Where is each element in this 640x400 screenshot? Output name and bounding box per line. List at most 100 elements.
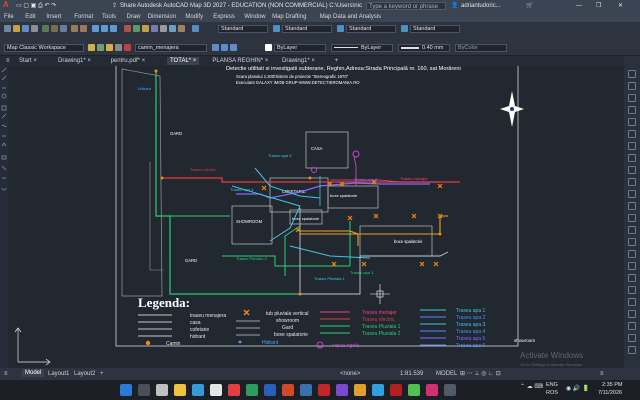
file-tab[interactable]: Drawing1* × <box>55 57 94 65</box>
instagram-icon[interactable] <box>426 384 438 396</box>
properties-icon[interactable] <box>124 25 131 32</box>
table-style-select[interactable]: Standard <box>346 25 396 33</box>
network-volume-icons[interactable]: ◉ 🔊 🔋 <box>566 385 590 392</box>
clock-time[interactable]: 2:35 PM <box>602 382 622 388</box>
layer-properties-icon[interactable] <box>88 44 95 51</box>
language-label[interactable]: ENG <box>546 382 558 388</box>
close-tab-icon[interactable]: × <box>263 58 269 64</box>
right-tool-icon[interactable] <box>628 94 636 102</box>
minimize-button[interactable]: — <box>576 2 582 10</box>
right-tool-icon[interactable] <box>628 166 636 174</box>
menu-item-format[interactable]: Format <box>74 13 93 21</box>
zoom-window-icon[interactable] <box>110 25 117 32</box>
right-tool-icon[interactable] <box>628 82 636 90</box>
share-button[interactable]: Share <box>120 2 136 10</box>
right-tool-icon[interactable] <box>628 286 636 294</box>
layer-states-icon[interactable] <box>230 44 237 51</box>
menu-item-edit[interactable]: Edit <box>25 13 35 21</box>
chrome-icon[interactable] <box>228 384 240 396</box>
menu-item-modify[interactable]: Modify <box>185 13 203 21</box>
right-tool-icon[interactable] <box>628 190 636 198</box>
sheet-set-icon[interactable] <box>151 25 158 32</box>
app-icon[interactable] <box>354 384 366 396</box>
viewport-scale[interactable]: 1:81.539 <box>400 370 423 378</box>
copy-icon[interactable] <box>51 25 58 32</box>
right-tool-icon[interactable] <box>628 142 636 150</box>
app-logo-icon[interactable]: A <box>3 1 9 9</box>
region-label[interactable]: ROS <box>546 390 558 396</box>
mleader-style-select[interactable]: Standard <box>410 25 460 33</box>
save-icon[interactable] <box>22 25 29 32</box>
user-name[interactable]: adriantudoric... <box>461 2 521 10</box>
right-tool-icon[interactable] <box>628 214 636 222</box>
teams-icon[interactable] <box>336 384 348 396</box>
menu-item-dimension[interactable]: Dimension <box>148 13 176 21</box>
qat-icons[interactable]: ▭ ▢ ▣ ⎙ ↶ ↷ <box>16 2 56 10</box>
model-space-toggle[interactable]: MODEL <box>436 370 457 378</box>
tab-menu-icon[interactable]: ≡ <box>3 57 13 65</box>
right-tool-icon[interactable] <box>628 334 636 342</box>
layer-on-icon[interactable] <box>97 44 104 51</box>
print-icon[interactable] <box>31 25 38 32</box>
right-tool-icon[interactable] <box>628 322 636 330</box>
task-view-icon[interactable] <box>156 384 168 396</box>
make-current-icon[interactable] <box>212 44 219 51</box>
right-tool-icon[interactable] <box>628 178 636 186</box>
text-style-select[interactable]: Standard <box>218 25 268 33</box>
drawing-svg[interactable]: Detectie utilitati si investigatii subte… <box>0 66 624 368</box>
menu-item-map-data-and-analysis[interactable]: Map Data and Analysis <box>320 13 381 21</box>
user-icon[interactable]: 👤 <box>451 2 458 10</box>
new-tab-button[interactable]: + <box>332 57 342 65</box>
drawing-canvas[interactable]: Detectie utilitati si investigatii subte… <box>0 66 624 368</box>
menu-item-tools[interactable]: Tools <box>102 13 116 21</box>
photos-icon[interactable] <box>372 384 384 396</box>
file-tab[interactable]: pentru.pdf* × <box>108 57 149 65</box>
table-style-icon[interactable] <box>337 25 344 32</box>
close-tab-icon[interactable]: × <box>310 58 315 64</box>
file-tab[interactable]: Start × <box>16 57 40 65</box>
lineweight-select[interactable]: 0.40 mm <box>398 44 450 52</box>
right-tool-icon[interactable] <box>628 238 636 246</box>
search-input[interactable]: Type a keyword or phrase <box>366 2 446 10</box>
right-tool-icon[interactable] <box>628 298 636 306</box>
dim-style-icon[interactable] <box>273 25 280 32</box>
right-tool-icon[interactable] <box>628 250 636 258</box>
start-icon[interactable] <box>120 384 132 396</box>
mleader-style-icon[interactable] <box>401 25 408 32</box>
powerpoint-icon[interactable] <box>282 384 294 396</box>
help-icon[interactable] <box>178 25 185 32</box>
paste-icon[interactable] <box>60 25 67 32</box>
word-icon[interactable] <box>264 384 276 396</box>
file-explorer-icon[interactable] <box>174 384 186 396</box>
annotation-scale-select[interactable]: <none> <box>340 370 360 378</box>
close-button[interactable]: ✕ <box>618 2 623 10</box>
settings-icon[interactable] <box>444 384 456 396</box>
undo-icon[interactable] <box>71 25 78 32</box>
layer-color-icon[interactable] <box>124 44 131 51</box>
search-taskbar-icon[interactable] <box>138 384 150 396</box>
text-style-icon[interactable] <box>192 25 199 32</box>
markup-icon[interactable] <box>160 25 167 32</box>
excel-icon[interactable] <box>246 384 258 396</box>
right-tool-icon[interactable] <box>628 346 636 354</box>
menu-item-map-drafting[interactable]: Map Drafting <box>272 13 306 21</box>
right-tool-icon[interactable] <box>628 70 636 78</box>
close-tab-icon[interactable]: × <box>140 58 146 64</box>
right-tool-icon[interactable] <box>628 274 636 282</box>
store-icon[interactable] <box>210 384 222 396</box>
whatsapp-icon[interactable] <box>408 384 420 396</box>
new-icon[interactable] <box>4 25 11 32</box>
cart-icon[interactable]: 🛒 <box>526 2 533 10</box>
workspace-select[interactable]: Map Classic Workspace <box>4 44 84 52</box>
maximize-button[interactable]: ❐ <box>596 2 601 10</box>
right-tool-icon[interactable] <box>628 130 636 138</box>
dim-style-select[interactable]: Standard <box>282 25 332 33</box>
right-tool-icon[interactable] <box>628 226 636 234</box>
calculator-icon[interactable] <box>169 25 176 32</box>
plot-style-select[interactable]: ByColor <box>455 44 507 52</box>
menu-item-window[interactable]: Window <box>244 13 265 21</box>
drafting-aids-icons[interactable]: ⊞ ⋯ ⊥ ◎ ∟ ⊡ <box>460 370 501 378</box>
tab-model[interactable]: Model <box>22 369 45 377</box>
menu-item-insert[interactable]: Insert <box>46 13 61 21</box>
file-tab[interactable]: PLANSA REGHIN* × <box>209 57 271 65</box>
